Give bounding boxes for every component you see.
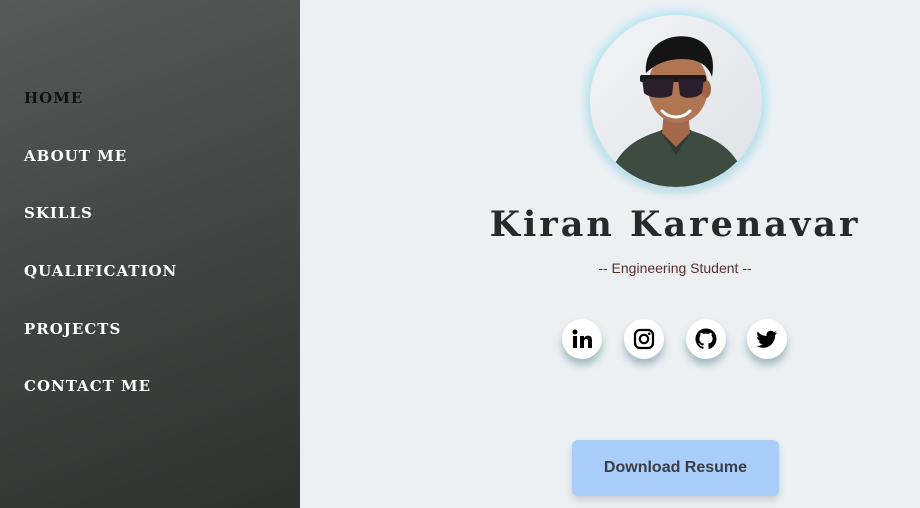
linkedin-button[interactable]: [562, 319, 602, 359]
nav-skills[interactable]: SKILLS: [24, 204, 93, 222]
profile-photo: [608, 36, 746, 187]
github-icon: [695, 328, 717, 349]
sidebar: HOME ABOUT ME SKILLS QUALIFICATION PROJE…: [0, 0, 300, 508]
download-resume-button[interactable]: Download Resume: [572, 440, 779, 496]
nav-home[interactable]: HOME: [24, 89, 83, 107]
nav-projects[interactable]: PROJECTS: [24, 320, 121, 338]
instagram-icon: [633, 328, 655, 350]
profile-avatar: [590, 15, 762, 187]
profile-subtitle: -- Engineering Student --: [598, 260, 752, 276]
nav-about-me[interactable]: ABOUT ME: [24, 147, 127, 165]
main-content: Kiran Karenavar -- Engineering Student -…: [300, 0, 920, 508]
twitter-icon: [756, 330, 778, 348]
nav-contact-me[interactable]: CONTACT ME: [24, 377, 151, 395]
profile-name: Kiran Karenavar: [489, 204, 861, 245]
instagram-button[interactable]: [624, 319, 664, 359]
github-button[interactable]: [686, 319, 726, 359]
linkedin-icon: [572, 329, 592, 348]
nav-qualification[interactable]: QUALIFICATION: [24, 262, 177, 280]
twitter-button[interactable]: [747, 319, 787, 359]
